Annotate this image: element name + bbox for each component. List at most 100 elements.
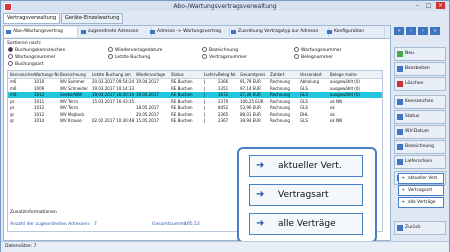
tab-label: Konfiguration [334,29,365,34]
kennzeichen-button[interactable]: Kennzeichen [394,95,446,109]
delete-button[interactable]: Löschen [394,77,446,91]
arrow-right-icon: ➜ [401,200,405,205]
maximize-button[interactable]: □ [424,2,433,9]
sort-option-wartungsnummer[interactable]: Wartungsnummer [294,47,342,53]
column-header[interactable]: Wartungs-Nr. [34,71,60,78]
next-record-button[interactable]: › [418,27,428,35]
sort-option-buchungskennzeichen[interactable]: Buchungskennzeichen [8,47,65,53]
table-row[interactable]: qr 1012 WV Majback 20.05.2017 RE Buchen J 2365… [8,112,382,118]
mini-contract-type-button[interactable]: ➜ Vertragsart [398,185,444,196]
column-header[interactable]: Gesamtpreis [240,71,270,78]
status-button[interactable]: Status [394,110,446,124]
table-row[interactable]: ps 1012 WV Terra 18.05.2017 RE Buchen J 8452 53… [8,105,382,111]
radio-icon [202,47,207,52]
table-cell: 19.04.2017 16:20:10 [92,92,135,97]
table-cell: ps [10,98,15,104]
table-cell: 1010 [34,79,45,84]
column-header[interactable]: Kennzeichen [10,71,34,78]
sort-option-letzte-buchung[interactable]: Letzte Buchung [108,54,150,60]
radio-label: Wartungsnummer [301,48,342,53]
table-cell: J [204,92,206,97]
contract-type-button[interactable]: ➜ Vertragsart [249,184,363,206]
sort-option-wartungsnummer-2[interactable]: Wartungsnummer [8,54,56,60]
table-row[interactable]: qr 1014 WV Krause 02.02.2017 10:30:48 15.05.… [8,118,382,124]
table-cell: WV Terra [60,98,78,104]
prev-record-button[interactable]: ‹ [406,27,416,35]
lieferschein-button[interactable]: Lieferschein [394,155,446,169]
tab-konfiguration[interactable]: Konfiguration [325,27,385,37]
table-cell: 2366 [218,79,229,84]
back-button[interactable]: Zurück [394,221,446,235]
column-header[interactable]: Bezeichnung [60,71,92,78]
table-cell: Rechnung [270,98,290,104]
minimize-button[interactable]: – [413,2,422,9]
tab-zuordnung-vertragstyp[interactable]: Zuordnung Vertragstyp zur Adresse [229,27,329,37]
sort-option-bezeichnung[interactable]: Bezeichnung [202,47,238,53]
mini-current-contract-button[interactable]: ➜ aktueller Vert. [398,173,444,184]
first-record-button[interactable]: « [394,27,404,35]
tab-abo-wartungsvertrag[interactable]: Abo-/Wartungsvertrag [4,27,78,37]
table-cell: RE Buchen [171,98,193,104]
tab-adresse-wartungsvertrag[interactable]: Adresse -> Wartungsvertrag [148,27,230,37]
table-cell: 27,36 EUR [240,92,261,97]
edit-button[interactable]: Bearbeiten [394,62,446,76]
wv-datum-button[interactable]: WV-Datum [394,125,446,139]
mini-all-contracts-button[interactable]: ➜ alle Verträge [398,197,444,208]
table-row[interactable]: m6 1013 SeeberWW 19.04.2017 16:20:10 19.04.2… [8,92,382,98]
column-header[interactable]: Lieferv. [204,71,218,78]
column-header[interactable]: Zahlart [270,71,300,78]
table-cell: ok NN [330,98,343,104]
tab-vertragsverwaltung[interactable]: Vertragsverwaltung [3,13,61,24]
radio-label: Wiedervorlagedatum [115,48,163,53]
zoom-callout: ➜ aktueller Vert. ➜ Vertragsart ➜ alle Vert… [237,147,377,243]
table-header: Kennzeichen Wartungs-Nr. Bezeichnung Letzte… [8,71,382,79]
table-cell: 1011 [34,98,45,104]
tab-zugeordnete-adressen[interactable]: zugeordnete Adressen [79,27,152,37]
table-cell: 19.03.2017 10:14:33 [92,85,135,91]
last-record-button[interactable]: » [430,27,440,35]
plus-icon [397,51,403,57]
record-count: Datensätze: 7 [5,244,37,249]
sort-option-vertragsnummer[interactable]: Vertragsnummer [202,54,247,60]
table-cell: m6 [10,92,17,97]
table-cell: 1012 [34,111,45,117]
pencil-icon [397,66,403,72]
column-header[interactable]: Belege mahn- [330,71,380,78]
sub-tabs: Abo-/Wartungsvertrag zugeordnete Adresse… [4,26,390,39]
all-contracts-button[interactable]: ➜ alle Verträge [249,213,363,235]
table-row[interactable]: m6 1009 WV Schneider 19.03.2017 10:14:33 RE … [8,86,382,92]
table-cell: Rechnung [270,79,290,84]
radio-label: Wartungsnummer [15,55,56,60]
table-cell: Rechnung [270,111,290,117]
sort-option-belegnummer[interactable]: Belegnummer [294,54,333,60]
table-cell: GLS [300,118,308,123]
sort-option-wiedervorlagedatum[interactable]: Wiedervorlagedatum [108,47,162,53]
table-row[interactable]: ps 1011 WV Terra 15.03.2017 16:43:35 RE Buch… [8,99,382,105]
table-cell: 3672 [218,92,229,97]
table-cell [92,112,136,118]
close-button[interactable]: × [436,2,445,9]
table-cell: 20.05.2017 [136,111,159,117]
column-header[interactable]: Letzte Buchung am [92,71,136,78]
app-window: Abo-/Wartungsvertragsverwaltung – □ × Ve… [0,0,450,252]
table-cell: qr [10,111,15,117]
arrow-left-icon [397,225,403,231]
table-cell: 1009 [34,85,45,91]
radio-icon [294,54,299,59]
new-button[interactable]: Neu [394,47,446,61]
button-label: Bezeichnung [405,144,434,149]
radio-icon [294,47,299,52]
table-cell: 39,94 EUR [240,118,261,123]
sort-option-buchungsart[interactable]: Buchungsart [8,61,44,67]
table-cell: GLS [300,98,308,104]
column-header[interactable]: Versandart [300,71,330,78]
current-contract-button[interactable]: ➜ aktueller Vert. [249,155,363,177]
table-cell: GLS [300,92,308,97]
column-header[interactable]: Wiedervorlage [136,71,171,78]
tab-geraete-einzelwartung[interactable]: Geräte-Einzelwartung [61,13,124,24]
table-row[interactable]: m6 1010 WV Sommer 20.03.2017 09:54:24 19.04.… [8,79,382,85]
table-cell: m6 [10,85,17,91]
column-header[interactable]: Status [171,71,204,78]
column-header[interactable]: Beleg-Nr. [218,71,240,78]
bezeichnung-button[interactable]: Bezeichnung [394,140,446,154]
